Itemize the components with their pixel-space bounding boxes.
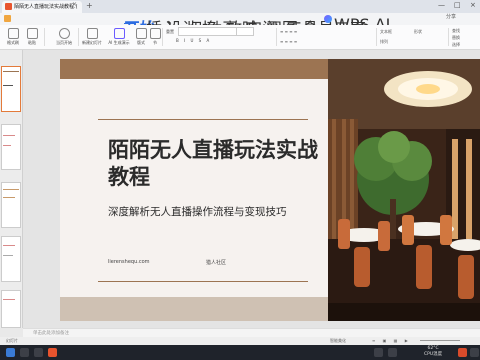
slide[interactable]: 陌陌无人直播玩法实战教程 深度解析无人直播操作流程与变现技巧 lierenshe… bbox=[60, 59, 480, 321]
zoom-slider[interactable] bbox=[420, 340, 460, 341]
status-bar: 幻灯片 智能美化 ≡ ▣ ▦ ▶ bbox=[0, 337, 480, 345]
slide-title[interactable]: 陌陌无人直播玩法实战教程 bbox=[108, 137, 328, 191]
task-view-icon[interactable] bbox=[34, 348, 43, 357]
start-icon[interactable] bbox=[6, 348, 15, 357]
bottom-divider bbox=[98, 281, 308, 282]
paste-button[interactable]: 粘贴 bbox=[24, 25, 40, 49]
thumbnail-text bbox=[3, 145, 11, 146]
font-size-select[interactable] bbox=[236, 27, 254, 36]
close-window-button[interactable]: × bbox=[470, 1, 476, 9]
search-icon[interactable] bbox=[20, 348, 29, 357]
presentation-file-icon bbox=[5, 3, 12, 10]
format-painter-label: 格式刷 bbox=[7, 40, 19, 45]
cpu-temp-label: CPU温度 bbox=[424, 352, 443, 357]
new-slide-icon bbox=[86, 28, 98, 39]
ai-icon bbox=[113, 28, 125, 39]
text-format-buttons[interactable]: B I U S A bbox=[176, 38, 211, 43]
thumbnail-text bbox=[3, 299, 15, 300]
maximize-button[interactable]: □ bbox=[454, 1, 461, 9]
title-divider bbox=[98, 119, 308, 120]
slide-url[interactable]: lierenshequ.com bbox=[108, 259, 150, 265]
slide-count-label: 幻灯片 bbox=[6, 338, 18, 343]
notification-icon[interactable] bbox=[458, 348, 467, 357]
layout-button[interactable]: 版式 bbox=[134, 25, 148, 49]
align-buttons[interactable]: ≡ ≡ ≡ ≡ bbox=[280, 39, 297, 44]
slide-thumbnail[interactable] bbox=[1, 124, 21, 170]
notes-pane[interactable]: 单击此处添加备注 bbox=[23, 328, 480, 337]
layout-label: 版式 bbox=[137, 40, 145, 45]
play-icon bbox=[58, 28, 70, 39]
tray-app-icon[interactable] bbox=[388, 348, 397, 357]
paragraph-buttons[interactable]: ≡ ≡ ≡ ≡ bbox=[280, 29, 297, 34]
new-tab-button[interactable]: + bbox=[86, 1, 93, 10]
slide-thumbnail[interactable] bbox=[1, 236, 21, 282]
tray-app-icon[interactable] bbox=[374, 348, 383, 357]
wps-ai-icon bbox=[324, 15, 332, 23]
slide-thumbnail[interactable] bbox=[1, 290, 21, 328]
thumbnail-band bbox=[3, 189, 19, 190]
find-button[interactable]: 查找 bbox=[452, 28, 460, 34]
ribbon-divider bbox=[162, 28, 163, 46]
current-start-button[interactable]: 当页开始 bbox=[52, 25, 76, 49]
ribbon-divider bbox=[44, 28, 45, 46]
format-painter-button[interactable]: 格式刷 bbox=[4, 25, 22, 49]
paste-label: 粘贴 bbox=[28, 40, 36, 45]
ribbon-divider bbox=[78, 28, 79, 46]
brush-icon bbox=[7, 28, 19, 39]
section-button[interactable]: 节 bbox=[150, 25, 161, 49]
wps-taskbar-icon[interactable] bbox=[48, 348, 57, 357]
new-slide-button[interactable]: 新建幻灯片 bbox=[80, 25, 104, 49]
view-mode-buttons[interactable]: ≡ ▣ ▦ ▶ bbox=[372, 337, 411, 345]
share-button[interactable]: 分享 bbox=[446, 13, 456, 20]
notes-placeholder: 单击此处添加备注 bbox=[33, 331, 69, 336]
layout-icon bbox=[135, 28, 147, 39]
tab-close-icon[interactable]: × bbox=[72, 1, 77, 8]
slide-thumbnail[interactable] bbox=[1, 182, 21, 228]
textbox-button[interactable]: 文本框 bbox=[380, 29, 392, 35]
top-color-band bbox=[60, 59, 328, 79]
show-desktop-icon[interactable] bbox=[470, 348, 479, 357]
slide-subtitle[interactable]: 深度解析无人直播操作流程与变现技巧 bbox=[108, 205, 318, 219]
bottom-color-band bbox=[60, 297, 328, 321]
system-tray-temperature[interactable]: 62°C CPU温度 bbox=[424, 346, 442, 358]
current-start-label: 当页开始 bbox=[56, 40, 72, 45]
minimize-button[interactable]: — bbox=[438, 1, 445, 9]
document-tab[interactable]: 陌陌无人直播玩法实战教程.( bbox=[2, 1, 82, 13]
thumbnail-text bbox=[3, 85, 13, 86]
active-tab-indicator bbox=[124, 23, 136, 24]
section-icon bbox=[150, 28, 161, 39]
section-label: 节 bbox=[153, 40, 157, 45]
clipboard-icon bbox=[26, 28, 38, 39]
ribbon-divider bbox=[276, 28, 277, 46]
document-tab-title: 陌陌无人直播玩法实战教程.( bbox=[14, 4, 78, 10]
slide-organization[interactable]: 猎人社区 bbox=[206, 259, 226, 266]
font-name-select[interactable] bbox=[178, 27, 238, 36]
ribbon-divider bbox=[448, 28, 449, 46]
ribbon-divider bbox=[376, 28, 377, 46]
thumbnail-text bbox=[3, 255, 13, 256]
new-slide-label: 新建幻灯片 bbox=[82, 40, 102, 45]
reset-button[interactable]: 重置 bbox=[166, 29, 174, 35]
slide-thumbnail[interactable] bbox=[1, 66, 21, 112]
app-menu-icon[interactable] bbox=[4, 15, 11, 22]
ai-generate-button[interactable]: AI 生成演示 bbox=[106, 25, 132, 49]
thumbnail-text bbox=[3, 245, 15, 246]
smart-beautify-button[interactable]: 智能美化 bbox=[330, 337, 346, 345]
select-button[interactable]: 选择 bbox=[452, 42, 460, 48]
arrange-button[interactable]: 排列 bbox=[380, 39, 388, 45]
thumbnail-text bbox=[3, 135, 15, 136]
ai-generate-label: AI 生成演示 bbox=[108, 40, 130, 45]
restaurant-photo[interactable] bbox=[328, 59, 480, 321]
thumbnail-band bbox=[3, 71, 19, 72]
thumbnail-text bbox=[3, 197, 15, 198]
replace-button[interactable]: 替换 bbox=[452, 35, 460, 41]
taskbar bbox=[0, 345, 480, 360]
shape-button[interactable]: 形状 bbox=[414, 29, 422, 35]
